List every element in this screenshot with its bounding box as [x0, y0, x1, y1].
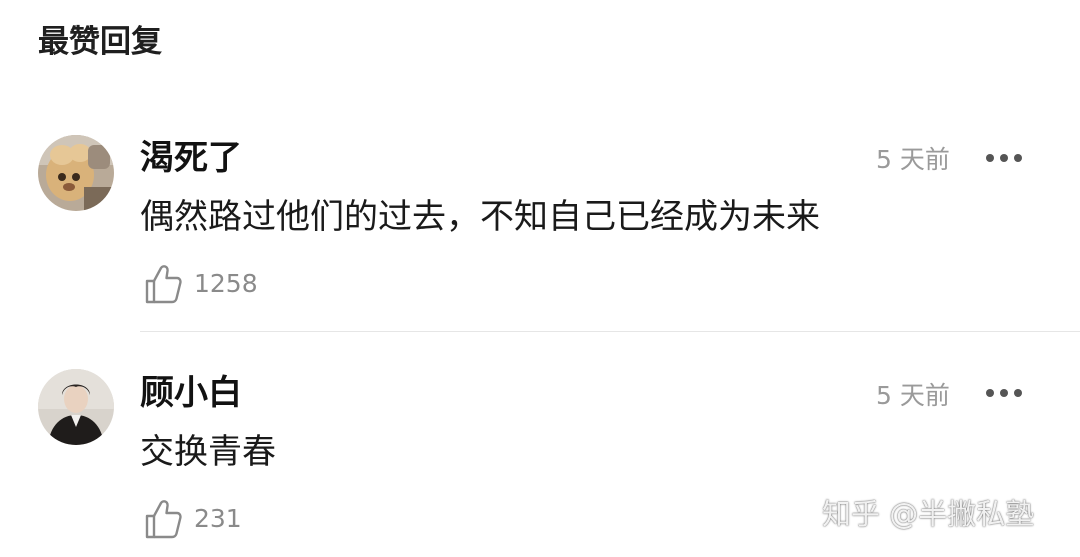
comment-text: 偶然路过他们的过去，不知自己已经成为未来 [140, 197, 820, 237]
avatar-plush-toy-icon [38, 135, 114, 211]
comment-timestamp: 5 天前 [876, 381, 950, 410]
like-count: 1258 [194, 269, 258, 298]
thumbs-up-icon [145, 500, 182, 539]
section-title: 最赞回复 [38, 24, 162, 60]
comment-divider [140, 331, 1080, 332]
watermark: 知乎 @半撇私塾 [822, 497, 1035, 531]
user-avatar[interactable] [38, 369, 114, 445]
avatar-person-dark-coat-icon [38, 369, 114, 445]
username[interactable]: 渴死了 [140, 136, 242, 180]
comment-text: 交换青春 [140, 432, 276, 472]
more-dots-icon[interactable] [984, 386, 1024, 400]
thumbs-up-icon [145, 265, 182, 304]
user-avatar[interactable] [38, 135, 114, 211]
like-count: 231 [194, 504, 242, 533]
username[interactable]: 顾小白 [140, 371, 242, 415]
more-dots-icon[interactable] [984, 151, 1024, 165]
comment-timestamp: 5 天前 [876, 145, 950, 174]
